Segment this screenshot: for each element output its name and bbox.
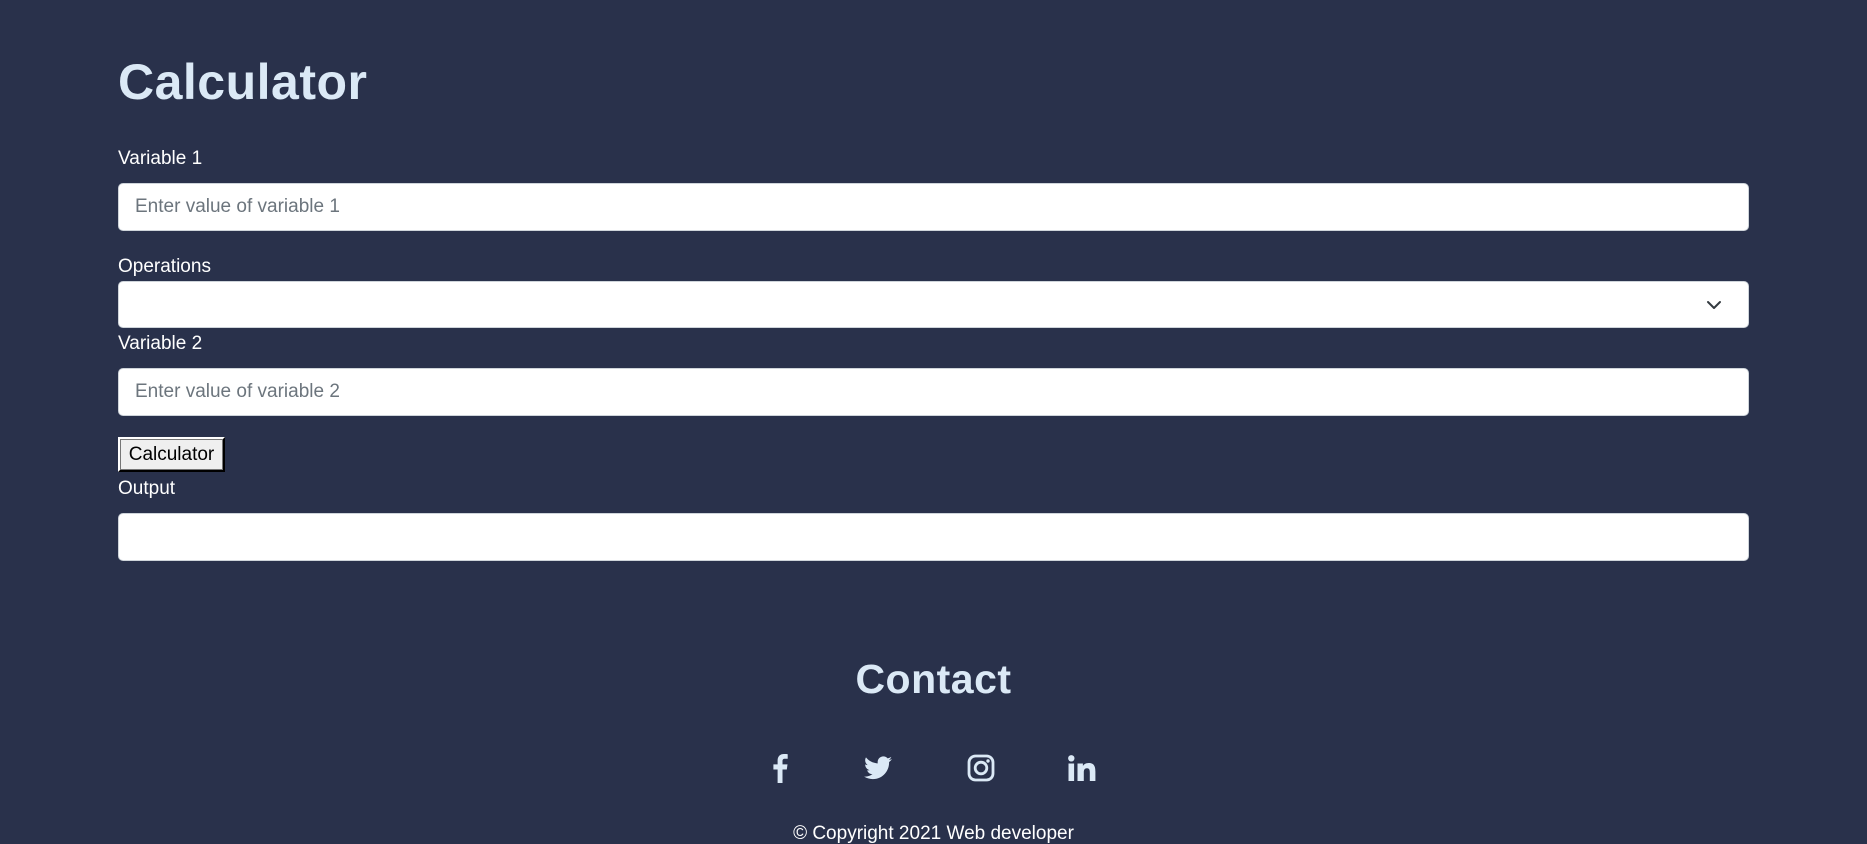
variable1-input[interactable] [118,183,1749,231]
operations-label: Operations [118,256,211,277]
contact-title: Contact [855,656,1012,702]
facebook-icon [773,754,788,783]
facebook-link[interactable] [762,750,798,786]
variable2-input[interactable] [118,368,1749,416]
linkedin-link[interactable] [1064,750,1100,786]
calculate-button[interactable]: Calculator [118,437,225,472]
social-links [0,750,1867,786]
output-field[interactable] [118,513,1749,561]
page-title: Calculator [118,54,368,110]
twitter-icon [864,756,892,780]
instagram-link[interactable] [963,750,999,786]
contact-section: Contact © Copyright 2021 Web developer [0,650,1867,844]
chevron-down-icon [1707,301,1721,309]
linkedin-icon [1068,755,1096,781]
output-label: Output [118,478,176,499]
twitter-link[interactable] [860,750,896,786]
instagram-icon [967,754,995,782]
operations-select[interactable] [118,281,1749,328]
copyright-text: © Copyright 2021 Web developer [793,823,1074,844]
variable1-label: Variable 1 [118,148,203,169]
variable2-label: Variable 2 [118,333,203,354]
